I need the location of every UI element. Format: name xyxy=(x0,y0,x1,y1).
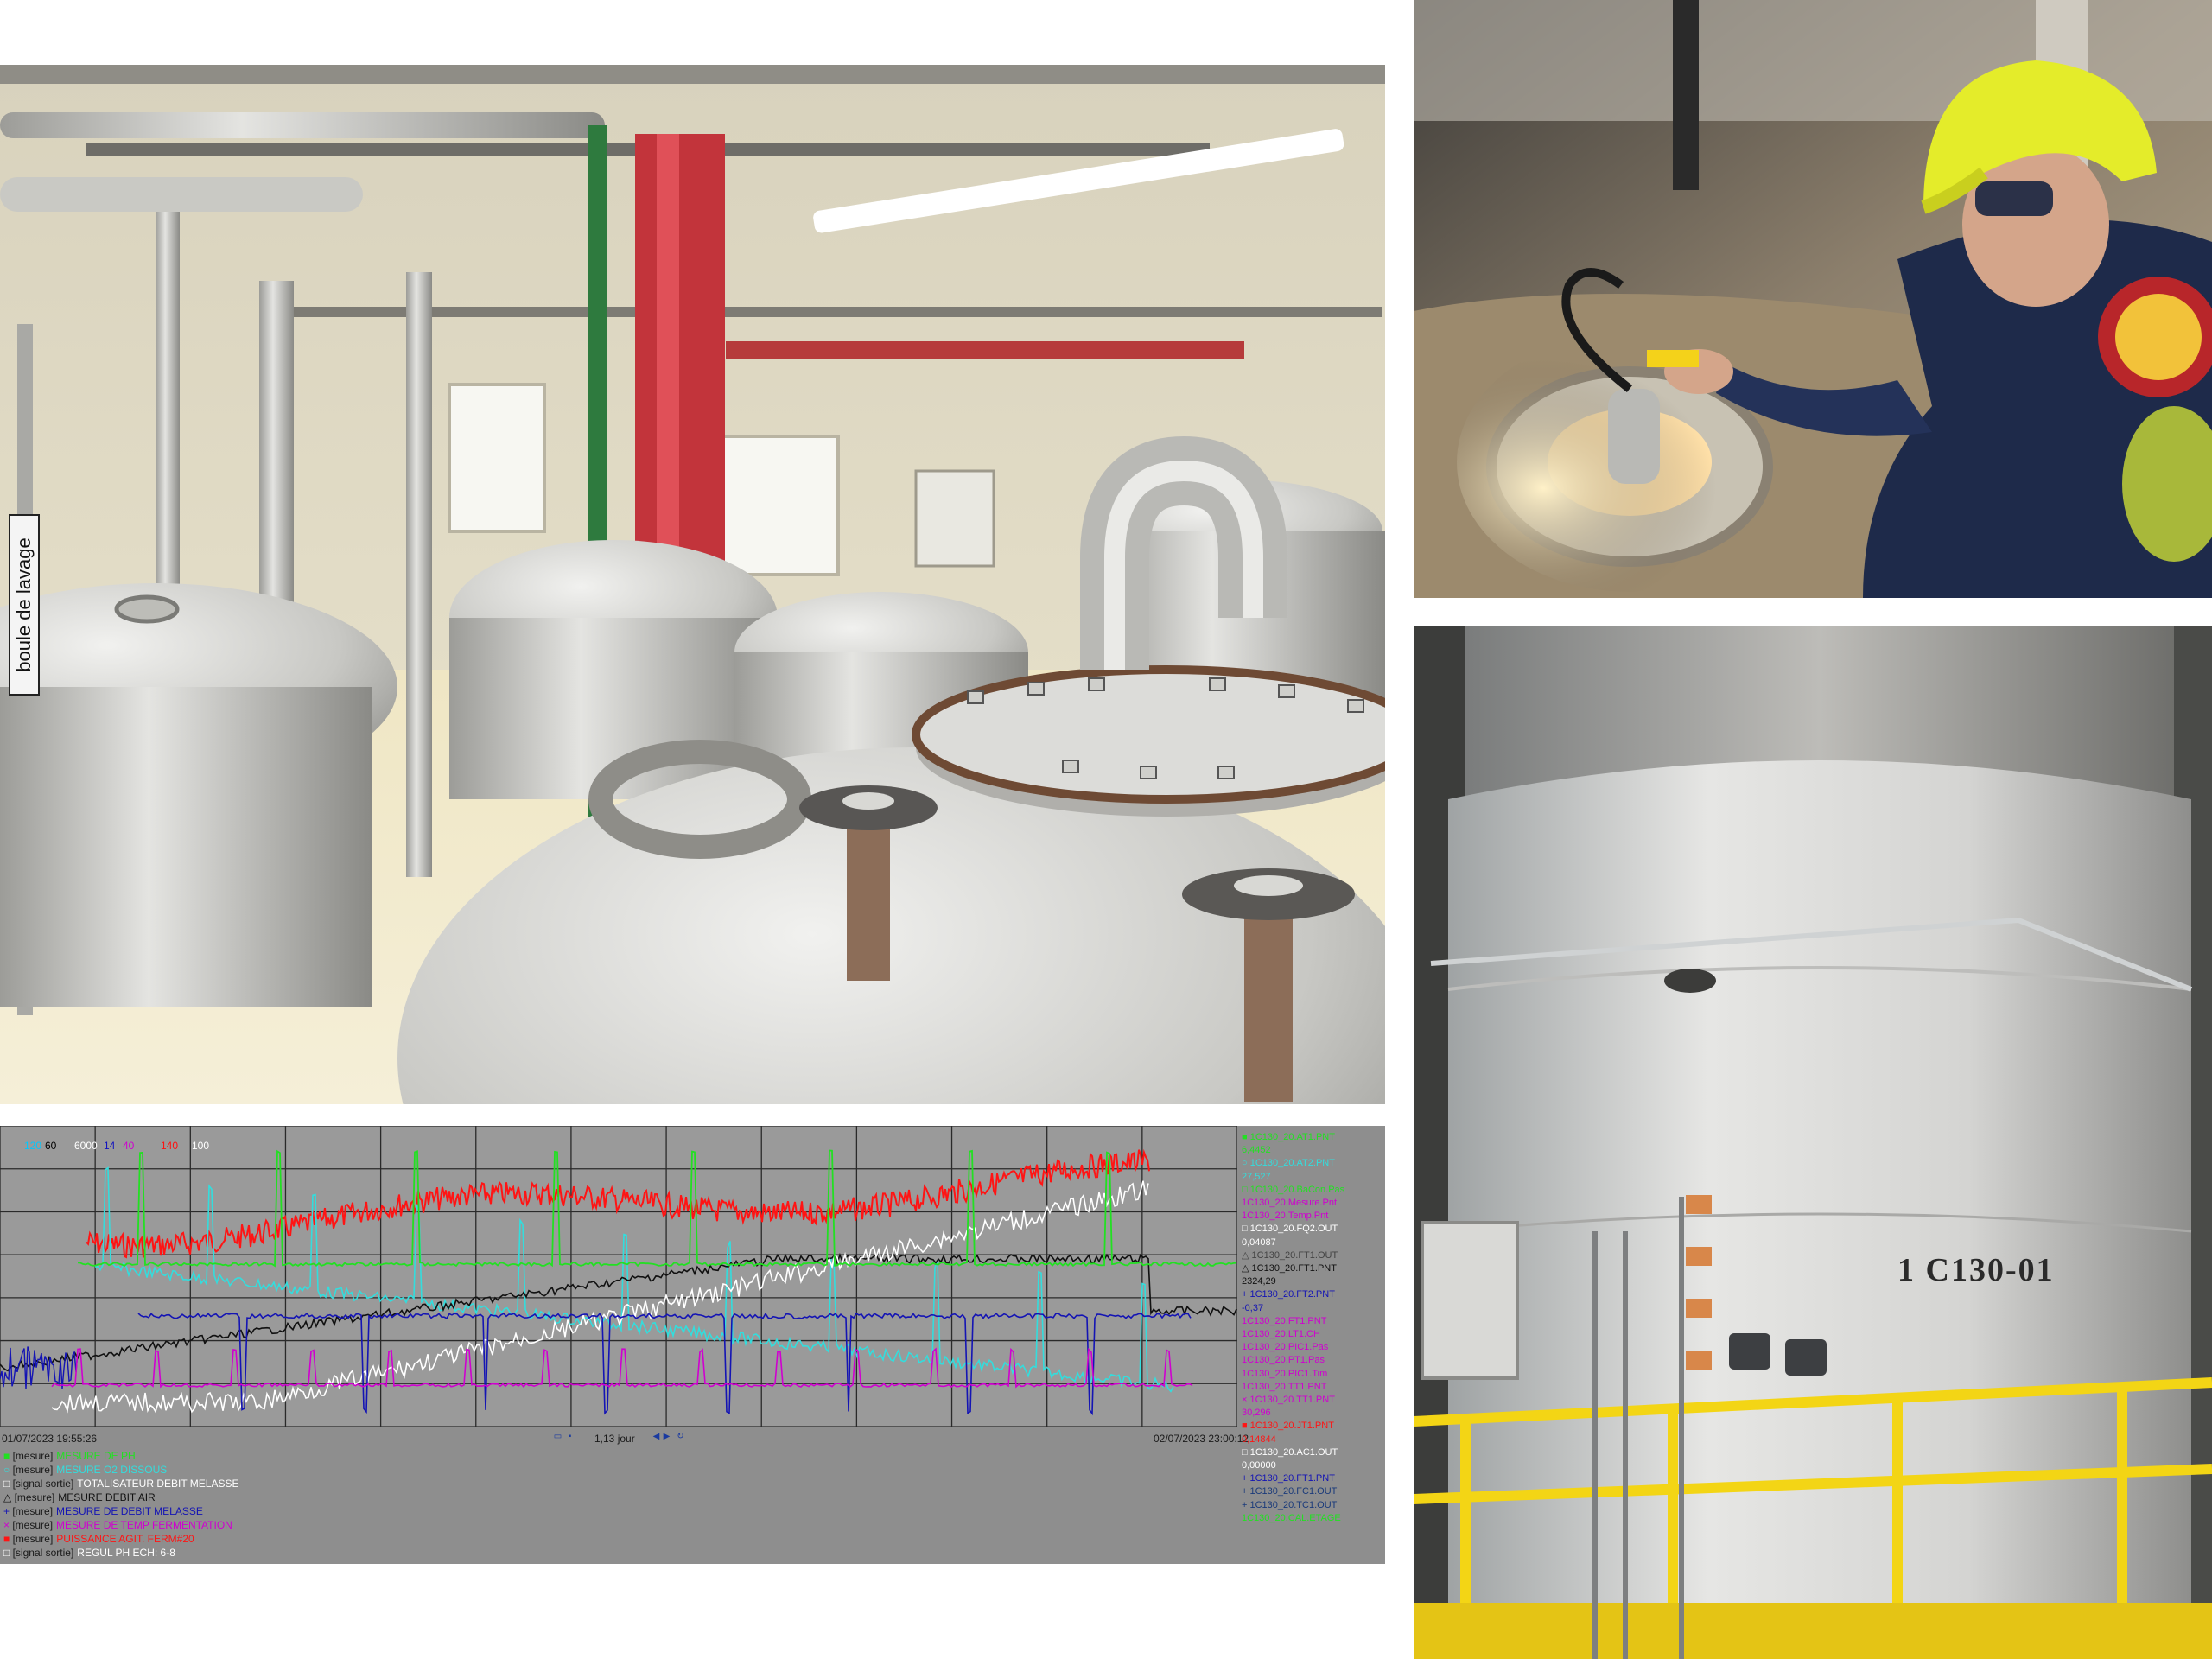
legend-item[interactable]: ■ [mesure] PUISSANCE AGIT. FERM#20 xyxy=(3,1532,238,1546)
legend-tag: [mesure] xyxy=(12,1450,54,1462)
legend-item[interactable]: + [mesure] MESURE DE DEBIT MELASSE xyxy=(3,1504,238,1518)
tag-list-item: □ 1C130_20.BaCon.Pas xyxy=(1242,1184,1345,1195)
legend-tag: [signal sortie] xyxy=(12,1478,74,1490)
wash-ball-sign: boule de lavage xyxy=(9,514,40,696)
zoom-out-icon[interactable]: ▭ xyxy=(553,1432,563,1441)
legend-name: MESURE O2 DISSOUS xyxy=(56,1464,168,1476)
scale-label: 40 xyxy=(123,1140,135,1152)
tag-list-item: △ 1C130_20.FT1.PNT xyxy=(1242,1263,1337,1274)
tag-list-item: 0,14844 xyxy=(1242,1433,1276,1445)
tag-list-item: 30,296 xyxy=(1242,1408,1271,1419)
tag-list-item: + 1C130_20.FT1.PNT xyxy=(1242,1473,1335,1484)
wash-ball-sign-text: boule de lavage xyxy=(13,537,35,672)
legend-marker: ■ xyxy=(3,1533,13,1545)
legend-item[interactable]: □ [signal sortie] REGUL PH ECH: 6-8 xyxy=(3,1546,238,1560)
tag-list-item: + 1C130_20.FT2.PNT xyxy=(1242,1289,1335,1300)
tag-list-item: 1C130_20.PT1.Pas xyxy=(1242,1355,1325,1366)
tag-list-item: + 1C130_20.TC1.OUT xyxy=(1242,1499,1338,1510)
trend-start-time: 01/07/2023 19:55:26 xyxy=(2,1433,98,1445)
tag-list-item: 1C130_20.Temp.Pnt xyxy=(1242,1211,1329,1222)
legend-marker: □ xyxy=(3,1478,13,1490)
trace-melasse-total xyxy=(51,1180,1149,1414)
scale-label: 6000 xyxy=(74,1140,98,1152)
tag-list-item: 6,4452 xyxy=(1242,1145,1271,1156)
legend-item[interactable]: □ [signal sortie] TOTALISATEUR DEBIT MELA… xyxy=(3,1477,238,1491)
trend-legend: ■ [mesure] MESURE DE PH ○ [mesure] MESURE O… xyxy=(3,1449,238,1560)
scale-label: 14 xyxy=(104,1140,116,1152)
legend-marker: × xyxy=(3,1519,13,1531)
trend-timespan: 1,13 jour xyxy=(594,1433,635,1445)
scale-label: 140 xyxy=(161,1140,179,1152)
tag-list-item: 2324,29 xyxy=(1242,1276,1276,1287)
tag-list-item: 27,527 xyxy=(1242,1171,1271,1182)
tag-list-item: 0,00000 xyxy=(1242,1460,1276,1471)
trend-plot-svg xyxy=(0,1126,1237,1427)
legend-marker: □ xyxy=(3,1547,13,1559)
tag-list-item: 1C130_20.CAL.ETAGE xyxy=(1242,1512,1341,1523)
trend-grid xyxy=(0,1126,1237,1427)
tag-list-item: □ 1C130_20.AC1.OUT xyxy=(1242,1446,1338,1458)
tag-list-item: 1C130_20.FT1.PNT xyxy=(1242,1315,1327,1326)
trace-debit-melasse-start xyxy=(0,1346,79,1389)
scale-label: 60 xyxy=(45,1140,57,1152)
large-tank-illustration xyxy=(1414,626,2212,1659)
tag-list-item: ■ 1C130_20.AT1.PNT xyxy=(1242,1132,1335,1142)
scale-label: 100 xyxy=(192,1140,210,1152)
tag-list-item: ■ 1C130_20.JT1.PNT xyxy=(1242,1421,1334,1432)
legend-marker: ■ xyxy=(3,1450,13,1462)
scroll-right-icon[interactable]: ▶ xyxy=(662,1432,671,1441)
trace-temp xyxy=(51,1347,1193,1389)
tag-list-item: □ 1C130_20.FQ2.OUT xyxy=(1242,1224,1338,1235)
tag-list-item: 1C130_20.PIC1.Pas xyxy=(1242,1342,1329,1353)
legend-tag: [signal sortie] xyxy=(12,1547,74,1559)
trace-air xyxy=(0,1252,1237,1372)
scale-label: 120 xyxy=(24,1140,42,1152)
scroll-left-icon[interactable]: ◀ xyxy=(652,1432,661,1441)
trace-puissance xyxy=(86,1148,1150,1259)
operator-illustration xyxy=(1414,0,2212,598)
tag-list-item: -0,37 xyxy=(1242,1302,1264,1313)
legend-marker: + xyxy=(3,1505,13,1517)
legend-tag: [mesure] xyxy=(12,1464,54,1476)
legend-tag: [mesure] xyxy=(12,1533,54,1545)
legend-marker: △ xyxy=(3,1491,15,1503)
trace-ph xyxy=(77,1149,1237,1268)
legend-item[interactable]: △ [mesure] MESURE DEBIT AIR xyxy=(3,1491,238,1504)
tag-list-item: 0,04087 xyxy=(1242,1236,1276,1248)
refresh-icon[interactable]: ↻ xyxy=(676,1432,685,1441)
trend-end-time: 02/07/2023 23:00:12 xyxy=(1154,1433,1249,1445)
plant-hall-photo: boule de lavage xyxy=(0,65,1385,1104)
legend-name: MESURE DE PH xyxy=(56,1450,136,1462)
tag-list-item: 1C130_20.PIC1.Tim xyxy=(1242,1368,1328,1379)
legend-name: TOTALISATEUR DEBIT MELASSE xyxy=(77,1478,239,1490)
tag-list-item: △ 1C130_20.FT1.OUT xyxy=(1242,1249,1338,1261)
legend-tag: [mesure] xyxy=(14,1491,55,1503)
legend-item[interactable]: × [mesure] MESURE DE TEMP FERMENTATION xyxy=(3,1518,238,1532)
legend-name: MESURE DE TEMP FERMENTATION xyxy=(56,1519,232,1531)
tag-list-item: 1C130_20.Mesure.Pnt xyxy=(1242,1198,1338,1209)
legend-tag: [mesure] xyxy=(12,1519,54,1531)
tag-list-item: 1C130_20.LT1.CH xyxy=(1242,1329,1320,1340)
legend-marker: ○ xyxy=(3,1464,13,1476)
large-tank-photo xyxy=(1414,626,2212,1659)
operator-photo xyxy=(1414,0,2212,598)
tag-list-item: × 1C130_20.TT1.PNT xyxy=(1242,1395,1335,1406)
tag-list-item: 1C130_20.TT1.PNT xyxy=(1242,1381,1327,1392)
process-trend-screen: 120 60 6000 14 40 140 100 01/07/2023 19:55:26 … xyxy=(0,1126,1385,1564)
tag-list-item: ○ 1C130_20.AT2.PNT xyxy=(1242,1158,1335,1169)
trend-tag-list: ■ 1C130_20.AT1.PNT 6,4452 ○ 1C130_20.AT2.… xyxy=(1242,1131,1385,1525)
tank-id-label: 1 C130-01 xyxy=(1897,1252,2055,1288)
legend-name: REGUL PH ECH: 6-8 xyxy=(77,1547,175,1559)
legend-item[interactable]: ○ [mesure] MESURE O2 DISSOUS xyxy=(3,1463,238,1477)
legend-name: PUISSANCE AGIT. FERM#20 xyxy=(56,1533,194,1545)
legend-tag: [mesure] xyxy=(12,1505,54,1517)
legend-name: MESURE DEBIT AIR xyxy=(58,1491,156,1503)
tag-list-item: + 1C130_20.FC1.OUT xyxy=(1242,1486,1338,1497)
legend-item[interactable]: ■ [mesure] MESURE DE PH xyxy=(3,1449,238,1463)
plant-hall-illustration xyxy=(0,65,1385,1104)
zoom-in-icon[interactable]: ▪ xyxy=(565,1432,575,1441)
legend-name: MESURE DE DEBIT MELASSE xyxy=(56,1505,203,1517)
trend-plot-area xyxy=(0,1126,1237,1427)
